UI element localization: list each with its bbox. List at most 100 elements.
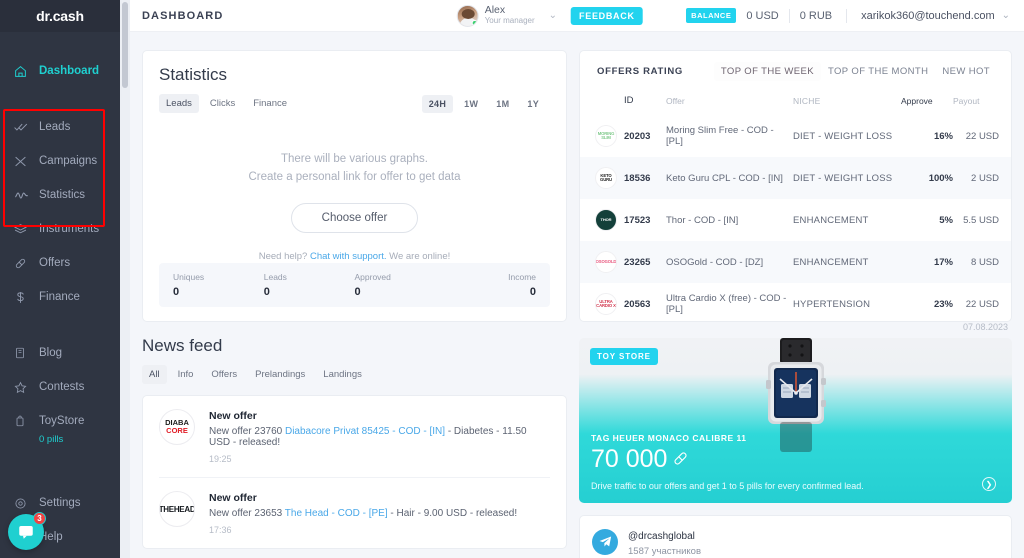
choose-offer-button[interactable]: Choose offer xyxy=(290,202,419,233)
cell-logo: OSOGOLD xyxy=(580,241,624,283)
offer-logo-icon: ULTRA CARDIO X xyxy=(595,293,617,315)
logo-text: THEHEAD xyxy=(160,505,194,514)
news-tab-prelandings[interactable]: Prelandings xyxy=(248,365,312,384)
news-tab-landings[interactable]: Landings xyxy=(316,365,369,384)
news-offer-link[interactable]: Diabacore Privat 85425 - COD - [IN] xyxy=(285,426,445,437)
sidebar-item-label: Dashboard xyxy=(39,65,100,77)
balance-rub: 0 RUB xyxy=(799,9,833,22)
tab-top-of-the-month[interactable]: TOP OF THE MONTH xyxy=(821,62,935,81)
range-1w[interactable]: 1W xyxy=(457,95,485,113)
sidebar-item-finance[interactable]: Finance xyxy=(0,280,120,314)
news-heading: New offer xyxy=(209,410,257,422)
news-offer-link[interactable]: The Head - COD - [PE] xyxy=(285,508,388,519)
main-area: DASHBOARD Alex Your manager ⌄ FEEDBACK B… xyxy=(120,0,1024,558)
col-id: ID xyxy=(624,95,634,106)
range-24h[interactable]: 24H xyxy=(421,94,454,113)
chevron-down-icon-account[interactable]: ⌄ xyxy=(1002,10,1010,21)
news-tab-offers[interactable]: Offers xyxy=(204,365,244,384)
table-row[interactable]: OSOGOLD 23265 OSOGold - COD - [DZ] ENHAN… xyxy=(580,241,1011,283)
page-title: DASHBOARD xyxy=(142,9,224,22)
cell-approve: 17% xyxy=(933,256,953,268)
promo-card[interactable]: TOY STORE TAG HEUER MONACO CALIBRE 11 70… xyxy=(579,338,1012,503)
cell-logo: THOR xyxy=(580,199,624,241)
news-body: New offer New offer 23760 Diabacore Priv… xyxy=(209,409,550,464)
summary-uniques: Uniques 0 xyxy=(173,272,264,298)
sidebar-item-label: ToyStore xyxy=(39,415,85,427)
logo-line-2: CORE xyxy=(166,426,188,435)
scrollbar-thumb[interactable] xyxy=(122,2,128,88)
telegram-icon xyxy=(592,528,618,555)
promo-amount-row: 70 000 xyxy=(591,445,1000,474)
news-tab-all[interactable]: All xyxy=(142,365,167,384)
table-row[interactable]: ULTRA CARDIO X 20563 Ultra Cardio X (fre… xyxy=(580,283,1011,321)
summary-income: Income 0 xyxy=(445,272,536,298)
tab-top-of-the-week[interactable]: TOP OF THE WEEK xyxy=(713,62,821,81)
nav-spacer-2 xyxy=(0,314,120,336)
news-prefix: New offer 23760 xyxy=(209,426,285,437)
sidebar-item-blog[interactable]: Blog xyxy=(0,336,120,370)
empty-line-2: Create a personal link for offer to get … xyxy=(248,170,461,183)
cell-id: 20203 xyxy=(624,130,651,142)
offer-logo-icon: MORING SLIM xyxy=(595,125,617,147)
chevron-down-icon[interactable]: ⌄ xyxy=(549,10,557,21)
sidebar-item-toystore[interactable]: ToyStore xyxy=(0,404,120,438)
cell-payout: 5.5 USD xyxy=(963,214,999,226)
sidebar-scrollbar[interactable] xyxy=(120,0,130,558)
sidebar-item-instruments[interactable]: Instruments xyxy=(0,212,120,246)
news-prefix: New offer 23653 xyxy=(209,508,285,519)
star-icon xyxy=(14,381,34,394)
cell-offer: Moring Slim Free - COD - [PL] xyxy=(666,125,774,147)
tab-leads[interactable]: Leads xyxy=(159,94,199,113)
news-item[interactable]: DIABA CORE New offer New offer 23760 Dia… xyxy=(159,396,550,478)
summary-leads: Leads 0 xyxy=(264,272,355,298)
col-payout: Payout xyxy=(953,95,980,106)
chevron-right-icon[interactable]: ❯ xyxy=(982,477,996,491)
cell-logo: MORING SLIM xyxy=(580,115,624,157)
cell-niche: HYPERTENSION xyxy=(793,298,871,310)
right-column: OFFERS RATING TOP OF THE WEEK TOP OF THE… xyxy=(579,50,1012,558)
cell-niche: ENHANCEMENT xyxy=(793,256,869,268)
news-tab-info[interactable]: Info xyxy=(171,365,201,384)
sidebar-item-contests[interactable]: Contests xyxy=(0,370,120,404)
table-row[interactable]: KETO GURU 18536 Keto Guru CPL - COD - [I… xyxy=(580,157,1011,199)
sidebar-item-statistics[interactable]: Statistics xyxy=(0,178,120,212)
support-help-line: Need help? Chat with support. We are onl… xyxy=(159,251,550,262)
cell-offer: Thor - COD - [IN] xyxy=(666,214,739,226)
tab-clicks[interactable]: Clicks xyxy=(203,94,242,113)
sidebar-item-campaigns[interactable]: Campaigns xyxy=(0,144,120,178)
range-1m[interactable]: 1M xyxy=(489,95,516,113)
help-prefix: Need help? xyxy=(258,250,310,262)
table-row[interactable]: THOR 17523 Thor - COD - [IN] ENHANCEMENT… xyxy=(580,199,1011,241)
cell-id: 23265 xyxy=(624,256,651,268)
sidebar-item-label: Finance xyxy=(39,291,80,303)
manager-widget[interactable]: Alex Your manager ⌄ FEEDBACK xyxy=(456,4,643,27)
table-head: ID Offer NICHE Approve Payout xyxy=(580,91,1011,115)
chat-with-support-link[interactable]: Chat with support. xyxy=(310,251,387,262)
news-suffix: - Hair - 9.00 USD - released! xyxy=(387,508,518,519)
balance-badge: BALANCE xyxy=(686,8,737,23)
table-header-row: ID Offer NICHE Approve Payout xyxy=(580,91,1011,115)
tab-finance[interactable]: Finance xyxy=(246,94,294,113)
telegram-card[interactable]: @drcashglobal 1587 участников xyxy=(579,515,1012,558)
news-feed-date: 07.08.2023 xyxy=(962,322,1008,332)
feedback-button[interactable]: FEEDBACK xyxy=(571,6,643,25)
cell-logo: ULTRA CARDIO X xyxy=(580,283,624,321)
pill-icon xyxy=(672,445,689,474)
sidebar-item-label: Campaigns xyxy=(39,155,98,167)
sidebar-item-dashboard[interactable]: Dashboard xyxy=(0,54,120,88)
sidebar-item-offers[interactable]: Offers xyxy=(0,246,120,280)
range-1y[interactable]: 1Y xyxy=(520,95,546,113)
intercom-chat-button[interactable]: 3 xyxy=(8,512,46,550)
avatar xyxy=(456,4,479,27)
divider-2 xyxy=(846,8,848,23)
account-email[interactable]: xarikok360@touchend.com xyxy=(861,10,994,22)
table-row[interactable]: MORING SLIM 20203 Moring Slim Free - COD… xyxy=(580,115,1011,157)
cell-id: 17523 xyxy=(624,214,651,226)
sidebar-item-leads[interactable]: Leads xyxy=(0,110,120,144)
shuffle-icon xyxy=(14,155,34,168)
cell-offer: Keto Guru CPL - COD - [IN] xyxy=(666,172,783,184)
news-item[interactable]: THEHEAD New offer New offer 23653 The He… xyxy=(159,478,550,548)
dollar-icon xyxy=(14,291,34,304)
cell-offer: OSOGold - COD - [DZ] xyxy=(666,256,764,268)
tab-new-hot[interactable]: NEW HOT xyxy=(935,62,997,81)
